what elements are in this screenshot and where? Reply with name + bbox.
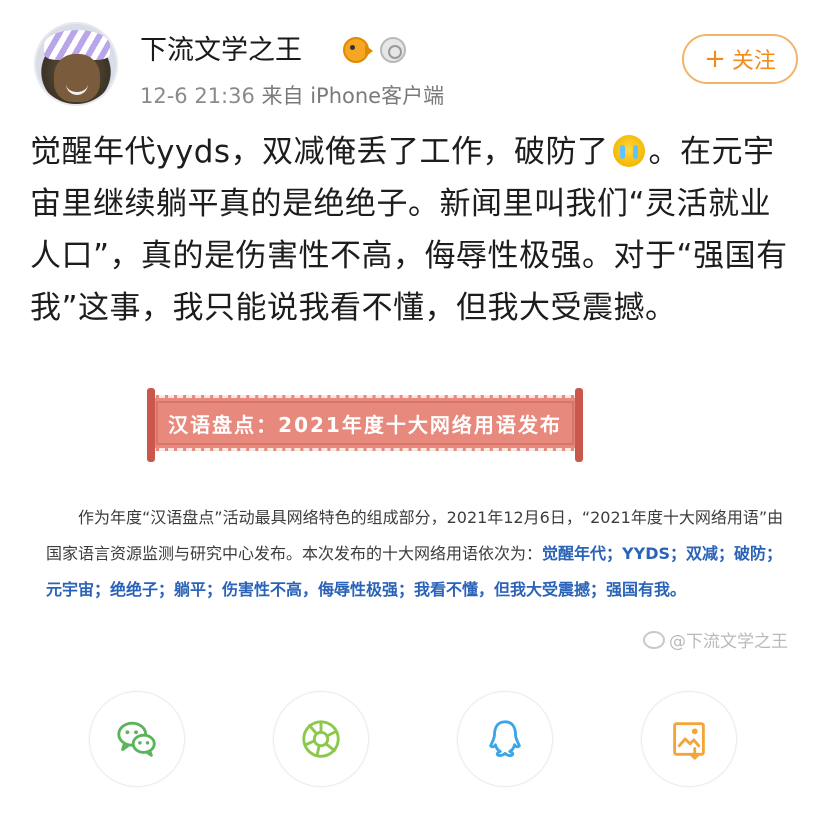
post-text: 觉醒年代yyds，双减俺丢了工作，破防了 。在元宇宙里继续躺平真的是绝绝子。新闻里… — [30, 126, 800, 334]
watermark-text: @下流文学之王 — [669, 632, 788, 652]
share-save-image-button[interactable] — [641, 691, 737, 787]
post-time: 12-6 21:36 — [140, 84, 255, 108]
fish-badge-icon — [343, 37, 373, 63]
crying-face-icon — [612, 135, 645, 167]
follow-label: 关注 — [731, 49, 776, 74]
medal-badge-icon — [380, 37, 406, 63]
wechat-icon — [117, 721, 156, 757]
share-wechat-button[interactable] — [89, 691, 185, 787]
share-qq-button[interactable] — [457, 691, 553, 787]
weibo-logo-icon — [643, 630, 665, 649]
post-text-part1: 觉醒年代yyds，双减俺丢了工作，破防了 — [30, 134, 609, 170]
share-moments-button[interactable] — [273, 691, 369, 787]
follow-button[interactable]: + 关注 — [682, 34, 798, 84]
avatar[interactable] — [34, 22, 118, 106]
author-name[interactable]: 下流文学之王 — [140, 28, 302, 67]
image-watermark: @下流文学之王 — [643, 627, 788, 652]
save-image-icon — [673, 722, 705, 760]
post-image[interactable]: 汉语盘点：2021年度十大网络用语发布 作为年度“汉语盘点”活动最具网络特色的组… — [30, 380, 800, 670]
qq-icon — [489, 720, 521, 757]
moments-icon — [302, 720, 340, 758]
post-source: 来自 iPhone客户端 — [261, 84, 445, 108]
image-paragraph: 作为年度“汉语盘点”活动最具网络特色的组成部分，2021年12月6日，“2021… — [46, 500, 790, 608]
image-banner: 汉语盘点：2021年度十大网络用语发布 — [147, 388, 583, 462]
plus-icon: + — [704, 44, 726, 74]
post-meta: 12-6 21:36 来自 iPhone客户端 — [140, 80, 444, 110]
